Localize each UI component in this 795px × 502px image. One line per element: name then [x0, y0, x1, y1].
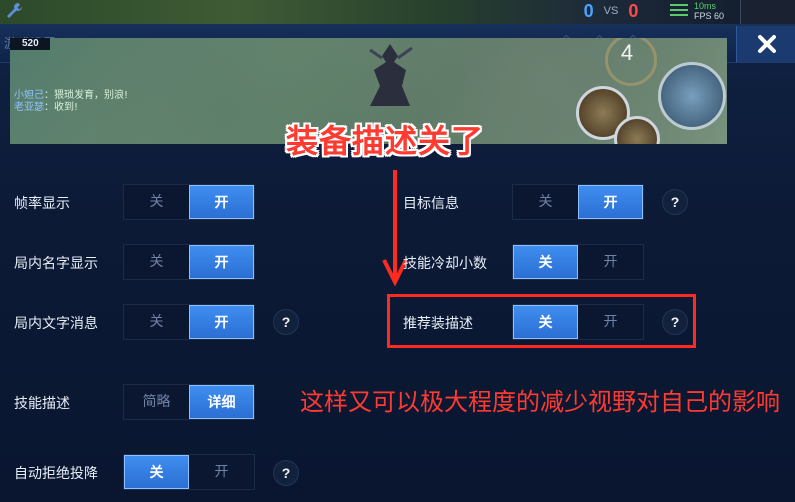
toggle-option-on[interactable]: 开: [578, 185, 643, 219]
toggle-option-on[interactable]: 开: [189, 185, 254, 219]
toggle-option-on[interactable]: 开: [189, 455, 254, 489]
setting-label-text-messages: 局内文字消息: [14, 316, 98, 332]
close-icon: [758, 35, 776, 53]
toggle-auto-refuse-surrender: 关 开: [123, 454, 255, 490]
close-button[interactable]: [736, 26, 795, 62]
setting-label-ingame-names: 局内名字显示: [14, 256, 98, 272]
help-icon[interactable]: ?: [273, 460, 299, 486]
chat-speaker: 老亚瑟: [14, 102, 44, 113]
ping-text: 10ms: [694, 1, 717, 11]
toggle-option-on[interactable]: 开: [189, 305, 254, 339]
signal-icon: [670, 4, 690, 20]
score-red: 0: [628, 0, 639, 21]
hero-sprite: [369, 44, 413, 106]
score-vs: VS: [603, 5, 619, 17]
skill-count: 4: [620, 40, 634, 65]
toggle-option-detailed[interactable]: 详细: [189, 385, 254, 419]
game-top-bar: 0 VS 0 10ms FPS 60: [0, 0, 795, 24]
toggle-option-off[interactable]: 关: [513, 245, 578, 279]
chat-speaker: 小妲己: [14, 90, 44, 101]
fps-text: FPS 60: [694, 11, 725, 21]
chat-message: ：收到!: [44, 102, 79, 113]
score-blue: 0: [583, 0, 594, 21]
toggle-target-info: 关 开: [512, 184, 644, 220]
setting-label-fps: 帧率显示: [14, 196, 70, 212]
attack-button: [658, 62, 726, 130]
toggle-option-off[interactable]: 关: [513, 185, 578, 219]
annotation-highlight-box: [387, 294, 696, 348]
annotation-title: 装备描述关了: [286, 122, 485, 160]
corner-minimap: [740, 0, 795, 24]
setting-label-cooldown-decimals: 技能冷却小数: [403, 256, 487, 272]
toggle-option-off[interactable]: 关: [124, 455, 189, 489]
minimap-value: 520: [22, 38, 39, 49]
scoreboard: 0 VS 0: [572, 0, 650, 22]
toggle-skill-description: 简略 详细: [123, 384, 255, 420]
toggle-fps: 关 开: [123, 184, 255, 220]
toggle-option-off[interactable]: 关: [124, 305, 189, 339]
toggle-cooldown-decimals: 关 开: [512, 244, 644, 280]
help-icon[interactable]: ?: [273, 309, 299, 335]
toggle-ingame-names: 关 开: [123, 244, 255, 280]
toggle-option-on[interactable]: 开: [189, 245, 254, 279]
setting-label-target-info: 目标信息: [403, 196, 459, 212]
setting-label-skill-description: 技能描述: [14, 396, 70, 412]
toggle-option-off[interactable]: 关: [124, 245, 189, 279]
help-icon[interactable]: ?: [662, 189, 688, 215]
toggle-text-messages: 关 开: [123, 304, 255, 340]
annotation-body: 这样又可以极大程度的减少视野对自己的影响: [300, 388, 780, 416]
chat-message: ：猥琐发育，别浪!: [44, 90, 129, 101]
toggle-option-on[interactable]: 开: [578, 245, 643, 279]
toggle-option-off[interactable]: 关: [124, 185, 189, 219]
toggle-option-brief[interactable]: 简略: [124, 385, 189, 419]
wrench-icon[interactable]: [4, 1, 24, 21]
network-status: 10ms FPS 60: [668, 1, 738, 23]
minimap-badge: 520: [10, 38, 50, 50]
chat-preview: 小妲己：猥琐发育，别浪! 老亚瑟：收到!: [14, 90, 214, 114]
setting-label-auto-refuse-surrender: 自动拒绝投降: [14, 466, 98, 482]
